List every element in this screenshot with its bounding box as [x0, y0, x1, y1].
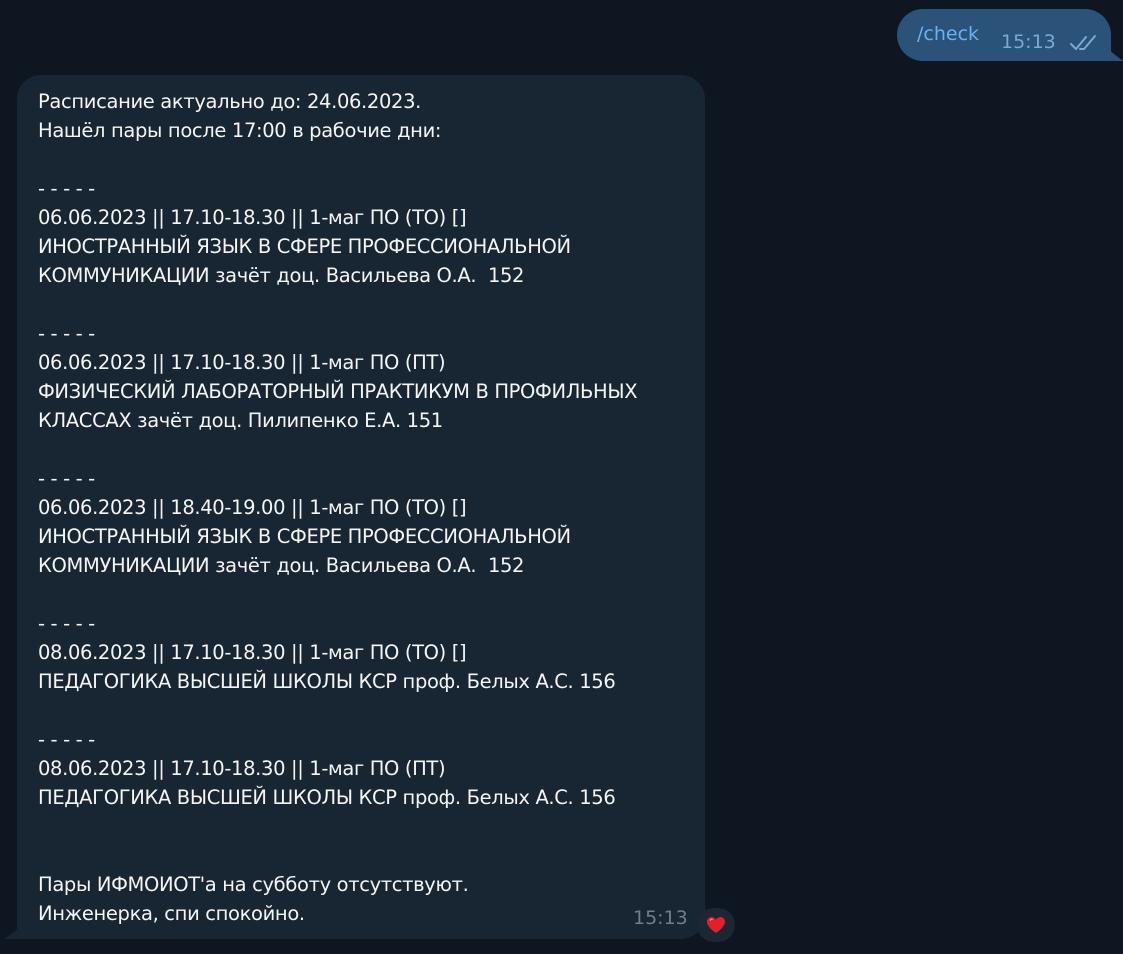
- message-time: 15:13: [1001, 31, 1056, 53]
- double-check-icon: [1070, 35, 1096, 50]
- message-time: 15:13: [633, 907, 688, 929]
- outgoing-message[interactable]: /check 15:13: [897, 9, 1111, 61]
- command-link[interactable]: /check: [917, 21, 979, 47]
- reaction-button[interactable]: [697, 908, 735, 942]
- heart-icon: [707, 917, 725, 933]
- incoming-message[interactable]: Расписание актуально до: 24.06.2023. Наш…: [17, 75, 705, 939]
- message-text: Расписание актуально до: 24.06.2023. Наш…: [38, 90, 638, 925]
